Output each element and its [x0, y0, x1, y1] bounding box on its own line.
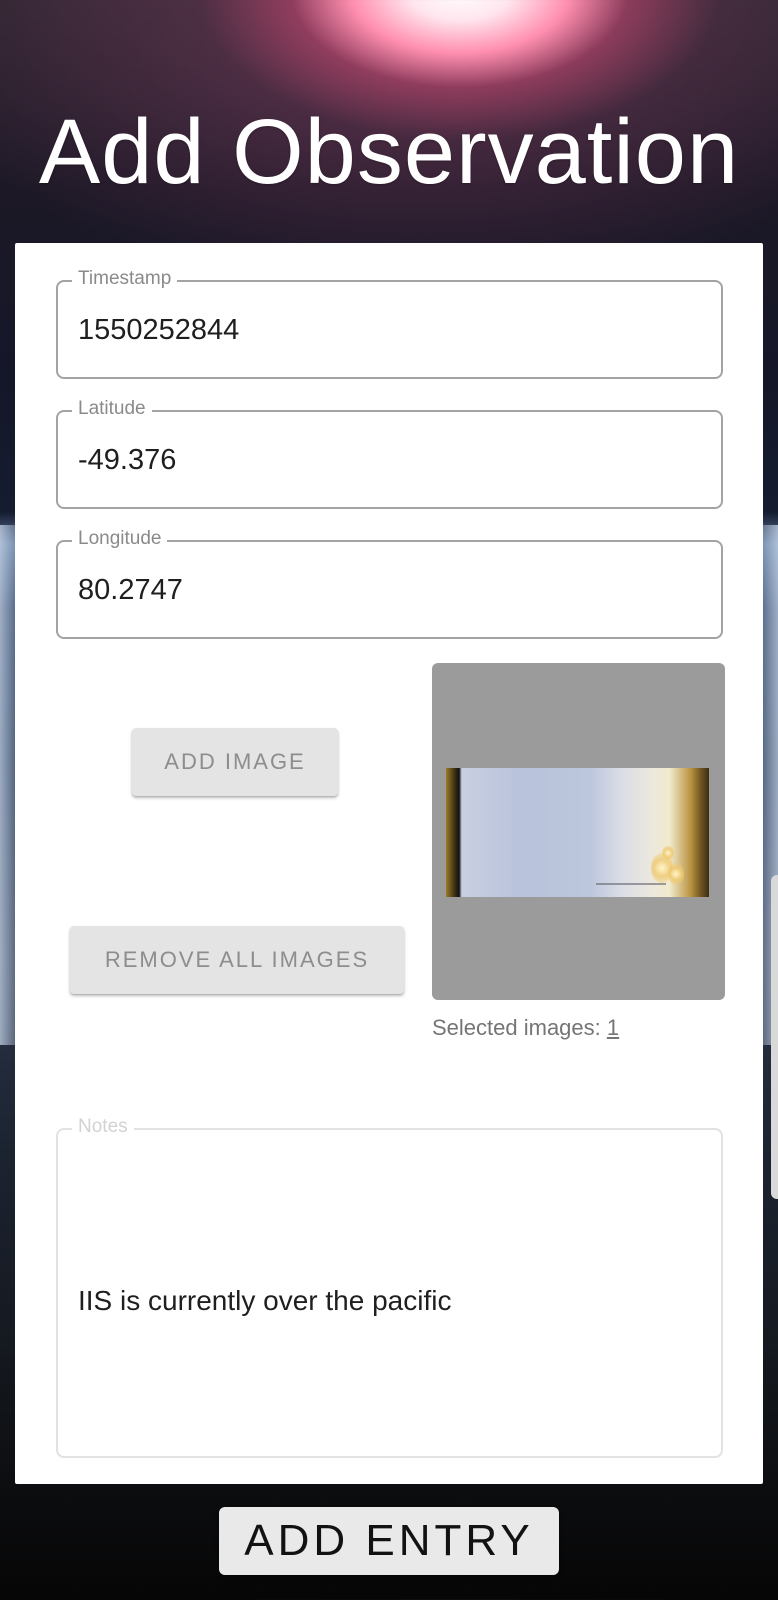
notes-field[interactable]: Notes IIS is currently over the pacific: [56, 1115, 723, 1458]
observation-form-card: Timestamp Latitude Longitude ADD IMAGE R…: [15, 243, 763, 1484]
remove-all-images-button[interactable]: REMOVE ALL IMAGES: [70, 926, 404, 994]
timestamp-label: Timestamp: [72, 267, 178, 291]
notes-text[interactable]: IIS is currently over the pacific: [78, 1283, 451, 1319]
image-preview[interactable]: [432, 663, 725, 1000]
selected-images-count[interactable]: 1: [607, 1015, 619, 1040]
timestamp-field[interactable]: Timestamp: [56, 267, 723, 379]
selected-image-thumbnail: [446, 768, 709, 897]
notes-label: Notes: [72, 1115, 134, 1139]
selected-images-status: Selected images: 1: [432, 1014, 619, 1042]
selected-images-label: Selected images:: [432, 1015, 607, 1040]
latitude-input[interactable]: [78, 442, 698, 478]
latitude-label: Latitude: [72, 397, 152, 421]
longitude-label: Longitude: [72, 527, 168, 551]
longitude-field[interactable]: Longitude: [56, 527, 723, 639]
longitude-input[interactable]: [78, 572, 698, 608]
page-title: Add Observation: [38, 101, 740, 203]
add-entry-button[interactable]: ADD ENTRY: [219, 1507, 559, 1575]
timestamp-input[interactable]: [78, 312, 698, 348]
scrollbar-handle[interactable]: [771, 875, 778, 1199]
latitude-field[interactable]: Latitude: [56, 397, 723, 509]
add-image-button[interactable]: ADD IMAGE: [132, 728, 338, 796]
